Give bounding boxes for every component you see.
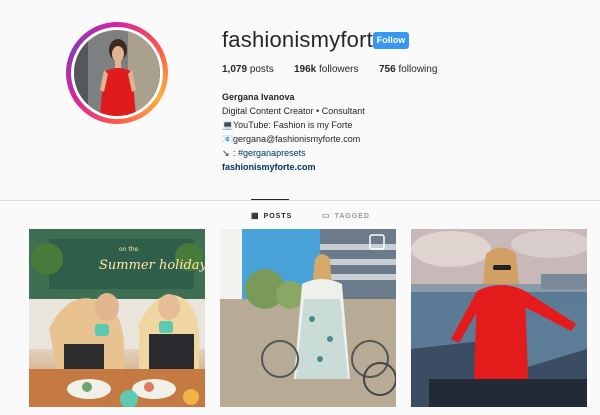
bio-youtube-text: YouTube: Fashion is my Forte	[233, 120, 353, 130]
followers-count-label: followers	[319, 64, 359, 75]
following-count[interactable]: 756 following	[379, 64, 437, 75]
post-3-image	[411, 229, 587, 407]
posts-count-label: posts	[249, 64, 274, 75]
following-count-value: 756	[379, 64, 396, 75]
post-1-neon-text: Summer holidays	[99, 258, 205, 273]
tab-active-indicator	[251, 199, 289, 200]
post-1-sign-small: on the	[119, 246, 139, 253]
follow-button[interactable]: Follow	[373, 32, 409, 49]
bio-email-line: 📧gergana@fashionismyforte.com	[222, 132, 482, 146]
wand-icon: ↘	[222, 148, 230, 158]
bio-youtube-line: 💻YouTube: Fashion is my Forte	[222, 118, 482, 132]
tab-posts[interactable]: ▦ POSTS	[251, 211, 292, 220]
avatar-photo	[74, 30, 160, 116]
profile-avatar-ring[interactable]	[66, 22, 168, 124]
profile-bio: Gergana Ivanova Digital Content Creator …	[222, 90, 482, 174]
post-thumbnail-1[interactable]: Summer holidays on the	[29, 229, 205, 407]
bio-email-text: gergana@fashionismyforte.com	[233, 134, 361, 144]
following-count-label: following	[398, 64, 438, 75]
profile-avatar[interactable]	[71, 27, 163, 119]
followers-count-value: 196k	[294, 64, 317, 75]
envelope-icon: 📧	[222, 134, 234, 144]
grid-icon: ▦	[251, 211, 260, 220]
bio-website-link[interactable]: fashionismyforte.com	[222, 160, 482, 174]
bio-description: Digital Content Creator • Consultant	[222, 106, 365, 116]
tag-icon: ▭	[322, 211, 331, 220]
posts-count[interactable]: 1,079 posts	[222, 64, 274, 75]
bio-hashtag-link[interactable]: #gerganapresets	[238, 148, 306, 158]
bio-hashtag-line: ↘: #gerganapresets	[222, 146, 482, 160]
post-thumbnail-3[interactable]	[411, 229, 587, 407]
post-1-image: Summer holidays on the	[29, 229, 205, 407]
tab-divider	[0, 200, 600, 201]
post-2-image	[220, 229, 396, 407]
profile-full-name: Gergana Ivanova	[222, 92, 295, 102]
tab-tagged-label: TAGGED	[334, 213, 370, 220]
post-thumbnail-2[interactable]	[220, 229, 396, 407]
laptop-icon: 💻	[222, 120, 234, 130]
profile-username: fashionismyfortee	[222, 27, 398, 52]
tab-posts-label: POSTS	[263, 213, 293, 220]
bio-hashtag-prefix: :	[233, 148, 236, 158]
tab-tagged[interactable]: ▭ TAGGED	[322, 211, 370, 220]
followers-count[interactable]: 196k followers	[294, 64, 359, 75]
avatar-figure	[74, 30, 160, 116]
posts-count-value: 1,079	[222, 64, 248, 75]
